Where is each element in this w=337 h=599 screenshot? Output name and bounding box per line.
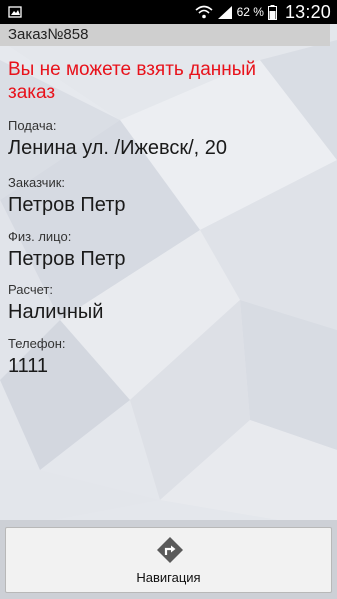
- field-value: Ленина ул. /Ижевск/, 20: [8, 137, 228, 159]
- battery-icon: [267, 4, 277, 20]
- field-individual: Физ. лицо: Петров Петр: [8, 229, 328, 272]
- field-phone: Телефон: 1111: [8, 336, 328, 379]
- navigation-button[interactable]: Навигация: [5, 527, 332, 593]
- field-value: Петров Петр: [8, 194, 126, 216]
- field-label: Физ. лицо:: [8, 229, 72, 244]
- signal-icon: [217, 6, 232, 19]
- field-pickup: Подача: Ленина ул. /Ижевск/, 20: [8, 118, 328, 161]
- order-header: Заказ№858: [0, 24, 330, 46]
- field-label: Подача:: [8, 118, 57, 133]
- navigation-label: Навигация: [136, 570, 201, 585]
- turn-right-icon: [157, 537, 183, 563]
- field-customer: Заказчик: Петров Петр: [8, 175, 328, 218]
- field-label: Телефон:: [8, 336, 66, 351]
- field-label: Расчет:: [8, 282, 53, 297]
- order-title: Заказ№858: [8, 26, 89, 43]
- app-screen: 62 % 13:20 Заказ№858 Вы не можете взять …: [0, 0, 337, 599]
- field-value: Наличный: [8, 301, 104, 323]
- field-value: Петров Петр: [8, 248, 126, 270]
- status-bar: 62 % 13:20: [0, 0, 337, 24]
- wifi-icon: [195, 5, 213, 19]
- image-notification-icon: [8, 6, 22, 18]
- bottom-panel: Навигация: [0, 520, 337, 599]
- clock: 13:20: [284, 1, 331, 22]
- battery-percent: 62 %: [236, 5, 264, 19]
- field-payment: Расчет: Наличный: [8, 282, 328, 325]
- phone-value[interactable]: 1111: [8, 353, 328, 379]
- warning-message: Вы не можете взять данный заказ: [8, 59, 257, 103]
- field-label: Заказчик:: [8, 175, 66, 190]
